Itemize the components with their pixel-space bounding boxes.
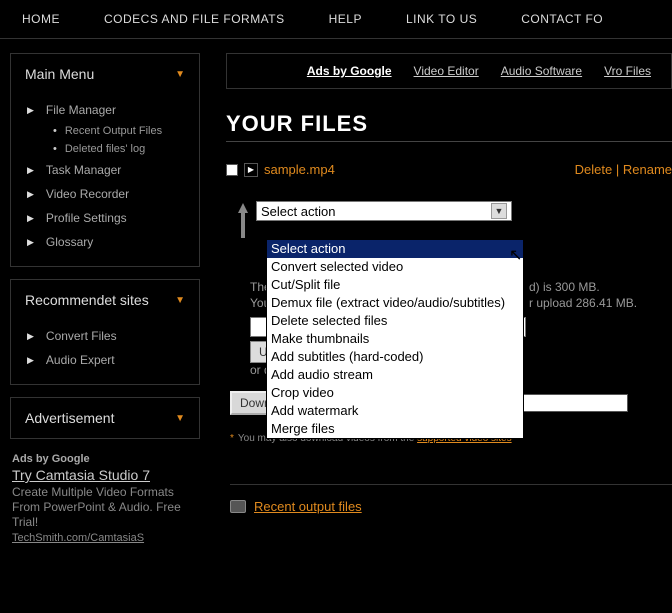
action-dropdown: Select action Convert selected video Cut… <box>266 239 524 439</box>
chevron-down-icon: ▼ <box>175 413 185 424</box>
menu-task-manager[interactable]: ▶Task Manager <box>19 158 191 182</box>
rec-sites-header[interactable]: Recommendet sites ▼ <box>11 280 199 320</box>
main-content: Ads by Google Video Editor Audio Softwar… <box>210 39 672 554</box>
folder-icon <box>230 500 246 513</box>
option-select-action[interactable]: Select action <box>267 240 523 258</box>
select-value: Select action <box>261 204 335 219</box>
file-actions: Delete | Rename <box>575 162 672 177</box>
vro-files-link[interactable]: Vro Files <box>604 64 651 78</box>
option-crop[interactable]: Crop video <box>267 384 523 402</box>
menu-file-manager[interactable]: ▶File Manager <box>19 98 191 122</box>
option-watermark[interactable]: Add watermark <box>267 402 523 420</box>
ad-title-link[interactable]: Try Camtasia Studio 7 <box>12 467 198 483</box>
dropdown-arrow-icon[interactable]: ▼ <box>491 203 507 219</box>
arrow-icon: ▶ <box>27 213 34 224</box>
action-select[interactable]: Select action ▼ <box>256 201 512 221</box>
ad-label: Ads by Google <box>12 453 90 465</box>
menu-glossary[interactable]: ▶Glossary <box>19 230 191 254</box>
submenu-deleted-log[interactable]: Deleted files' log <box>19 140 191 158</box>
menu-audio-expert[interactable]: ▶Audio Expert <box>19 348 191 372</box>
file-name-link[interactable]: sample.mp4 <box>264 162 335 177</box>
play-icon[interactable]: ▶ <box>244 163 258 177</box>
main-menu-header[interactable]: Main Menu ▼ <box>11 54 199 94</box>
arrow-icon: ▶ <box>27 331 34 342</box>
arrow-icon: ▶ <box>27 165 34 176</box>
file-checkbox[interactable] <box>226 164 238 176</box>
recent-output-row: Recent output files <box>230 499 672 514</box>
advert-panel: Advertisement ▼ <box>10 397 200 439</box>
option-thumbnails[interactable]: Make thumbnails <box>267 330 523 348</box>
arrow-icon: ▶ <box>27 105 34 116</box>
submenu-recent-output[interactable]: Recent Output Files <box>19 122 191 140</box>
menu-convert-files[interactable]: ▶Convert Files <box>19 324 191 348</box>
menu-profile-settings[interactable]: ▶Profile Settings <box>19 206 191 230</box>
nav-help[interactable]: HELP <box>307 8 384 30</box>
option-merge[interactable]: Merge files <box>267 420 523 438</box>
ad-description: Create Multiple Video Formats From Power… <box>12 485 198 530</box>
arrow-icon: ▶ <box>27 237 34 248</box>
delete-link[interactable]: Delete <box>575 162 613 177</box>
top-nav: HOME CODECS AND FILE FORMATS HELP LINK T… <box>0 0 672 39</box>
option-delete[interactable]: Delete selected files <box>267 312 523 330</box>
chevron-down-icon: ▼ <box>175 69 185 80</box>
divider <box>226 141 672 142</box>
nav-link-us[interactable]: LINK TO US <box>384 8 499 30</box>
advert-header[interactable]: Advertisement ▼ <box>11 398 199 438</box>
audio-software-link[interactable]: Audio Software <box>501 64 582 78</box>
option-convert[interactable]: Convert selected video <box>267 258 523 276</box>
main-menu-panel: Main Menu ▼ ▶File Manager Recent Output … <box>10 53 200 267</box>
limit-text-right: d) is 300 MB. r upload 286.41 MB. <box>529 279 637 311</box>
arrow-icon: ▶ <box>27 189 34 200</box>
option-cut-split[interactable]: Cut/Split file <box>267 276 523 294</box>
menu-video-recorder[interactable]: ▶Video Recorder <box>19 182 191 206</box>
nav-codecs[interactable]: CODECS AND FILE FORMATS <box>82 8 307 30</box>
option-audio-stream[interactable]: Add audio stream <box>267 366 523 384</box>
page-title: YOUR FILES <box>226 111 672 137</box>
chevron-down-icon: ▼ <box>175 295 185 306</box>
ads-by-google-link[interactable]: Ads by Google <box>307 64 392 78</box>
rec-sites-panel: Recommendet sites ▼ ▶Convert Files ▶Audi… <box>10 279 200 385</box>
rename-link[interactable]: Rename <box>623 162 672 177</box>
option-demux[interactable]: Demux file (extract video/audio/subtitle… <box>267 294 523 312</box>
divider <box>230 484 672 485</box>
rename-input[interactable] <box>518 394 628 412</box>
ad-url[interactable]: TechSmith.com/CamtasiaS <box>12 532 144 544</box>
google-ad-block: Ads by Google Try Camtasia Studio 7 Crea… <box>10 451 200 544</box>
recent-output-link[interactable]: Recent output files <box>254 499 362 514</box>
arrow-icon: ▶ <box>27 355 34 366</box>
ads-link-bar: Ads by Google Video Editor Audio Softwar… <box>226 53 672 89</box>
arrow-up-icon <box>234 203 250 237</box>
video-editor-link[interactable]: Video Editor <box>414 64 479 78</box>
sidebar: Main Menu ▼ ▶File Manager Recent Output … <box>0 39 210 554</box>
nav-home[interactable]: HOME <box>0 8 82 30</box>
file-row: ▶ sample.mp4 Delete | Rename <box>226 162 672 177</box>
option-subtitles[interactable]: Add subtitles (hard-coded) <box>267 348 523 366</box>
nav-contact[interactable]: CONTACT FO <box>499 8 625 30</box>
